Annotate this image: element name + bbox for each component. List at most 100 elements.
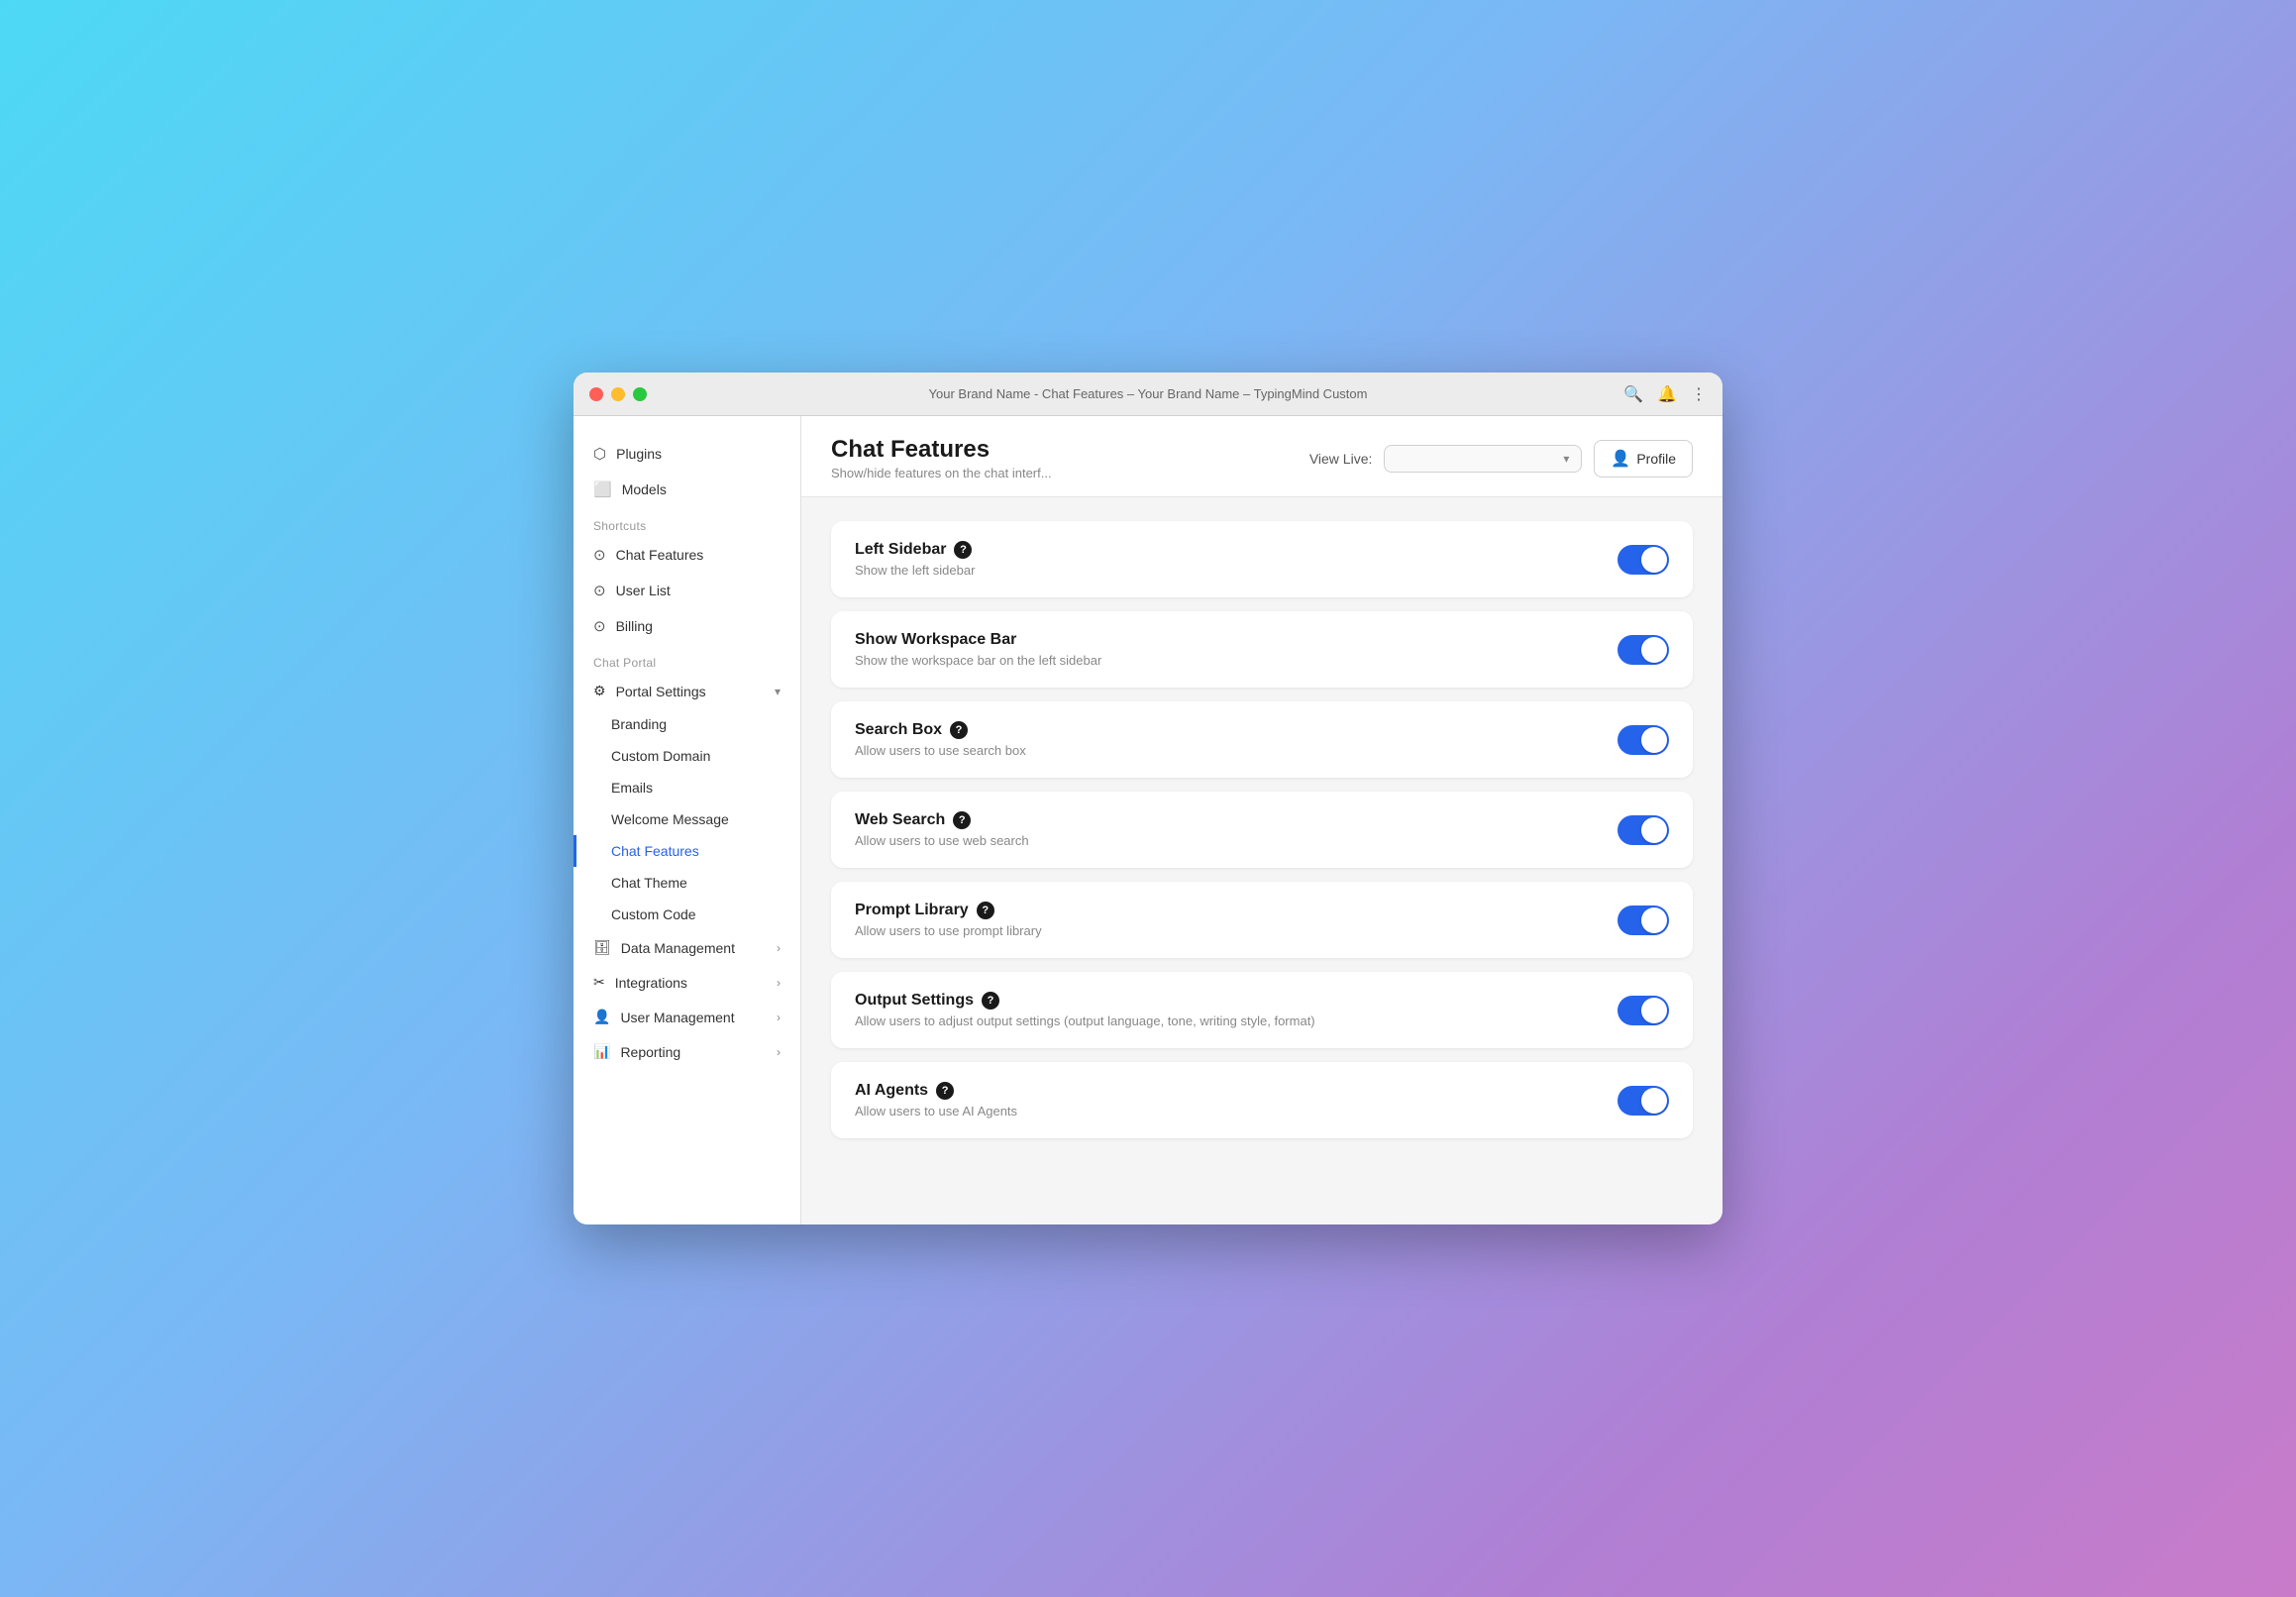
- plugins-icon: ⬡: [593, 445, 606, 463]
- sidebar-item-user-list[interactable]: ⊙ User List: [574, 573, 800, 608]
- chat-portal-label: Chat Portal: [574, 644, 800, 674]
- app-body: ⬡ Plugins ⬜ Models Shortcuts ⊙ Chat Feat…: [574, 416, 1722, 1224]
- sidebar-item-user-list-label: User List: [616, 583, 671, 598]
- titlebar-icons: 🔍 🔔 ⋮: [1623, 384, 1707, 404]
- portal-settings-icon: ⚙: [593, 683, 606, 699]
- prompt-library-toggle-knob: [1641, 907, 1667, 933]
- ai-agents-toggle[interactable]: [1618, 1086, 1669, 1116]
- models-icon: ⬜: [593, 480, 612, 498]
- sub-menu-custom-domain[interactable]: Custom Domain: [574, 740, 800, 772]
- more-icon[interactable]: ⋮: [1691, 384, 1707, 404]
- feature-card-search-box-title: Search Box ?: [855, 721, 1026, 739]
- user-management-chevron: ›: [777, 1011, 781, 1024]
- portal-settings-row-left: ⚙ Portal Settings: [593, 683, 706, 699]
- sub-menu-welcome-message[interactable]: Welcome Message: [574, 803, 800, 835]
- page-subtitle: Show/hide features on the chat interf...: [831, 466, 1052, 480]
- user-management-row-left: 👤 User Management: [593, 1009, 735, 1025]
- workspace-bar-toggle-knob: [1641, 637, 1667, 663]
- output-settings-help-icon[interactable]: ?: [982, 992, 999, 1010]
- minimize-button[interactable]: [611, 387, 625, 401]
- integrations-row-left: ✂ Integrations: [593, 974, 687, 991]
- sidebar-item-chat-features-shortcut[interactable]: ⊙ Chat Features: [574, 537, 800, 573]
- user-management-icon: 👤: [593, 1009, 610, 1025]
- data-management-icon: 🗄: [593, 939, 611, 956]
- sidebar-item-chat-features-shortcut-label: Chat Features: [616, 547, 704, 563]
- data-management-row-left: 🗄 Data Management: [593, 939, 735, 956]
- main-header-right: View Live: ▾ 👤 Profile: [1309, 440, 1693, 478]
- titlebar: Your Brand Name - Chat Features – Your B…: [574, 373, 1722, 416]
- output-settings-toggle-knob: [1641, 998, 1667, 1023]
- feature-card-ai-agents-desc: Allow users to use AI Agents: [855, 1104, 1017, 1118]
- feature-card-search-box-desc: Allow users to use search box: [855, 743, 1026, 758]
- close-button[interactable]: [589, 387, 603, 401]
- window-title: Your Brand Name - Chat Features – Your B…: [929, 386, 1368, 401]
- user-list-icon: ⊙: [593, 582, 606, 599]
- output-settings-toggle[interactable]: [1618, 996, 1669, 1025]
- features-list: Left Sidebar ? Show the left sidebar Sho…: [801, 497, 1722, 1224]
- user-management-label: User Management: [620, 1010, 734, 1025]
- feature-card-web-search: Web Search ? Allow users to use web sear…: [831, 792, 1693, 868]
- sidebar-item-models[interactable]: ⬜ Models: [574, 472, 800, 507]
- sub-menu-branding[interactable]: Branding: [574, 708, 800, 740]
- profile-icon: 👤: [1611, 449, 1630, 469]
- feature-card-left-sidebar: Left Sidebar ? Show the left sidebar: [831, 521, 1693, 597]
- search-box-toggle[interactable]: [1618, 725, 1669, 755]
- notification-icon[interactable]: 🔔: [1657, 384, 1677, 404]
- feature-card-web-search-desc: Allow users to use web search: [855, 833, 1029, 848]
- feature-card-web-search-title: Web Search ?: [855, 811, 1029, 829]
- workspace-bar-toggle[interactable]: [1618, 635, 1669, 665]
- portal-settings-row[interactable]: ⚙ Portal Settings ▾: [574, 674, 800, 708]
- main-header-left: Chat Features Show/hide features on the …: [831, 436, 1052, 480]
- web-search-toggle[interactable]: [1618, 815, 1669, 845]
- sub-menu-chat-theme[interactable]: Chat Theme: [574, 867, 800, 899]
- feature-card-prompt-library-title: Prompt Library ?: [855, 902, 1042, 919]
- feature-card-output-settings: Output Settings ? Allow users to adjust …: [831, 972, 1693, 1048]
- left-sidebar-toggle[interactable]: [1618, 545, 1669, 575]
- ai-agents-toggle-knob: [1641, 1088, 1667, 1114]
- profile-button[interactable]: 👤 Profile: [1594, 440, 1693, 478]
- search-icon[interactable]: 🔍: [1623, 384, 1643, 404]
- feature-card-search-box: Search Box ? Allow users to use search b…: [831, 701, 1693, 778]
- feature-card-search-box-left: Search Box ? Allow users to use search b…: [855, 721, 1026, 758]
- main-content: Chat Features Show/hide features on the …: [801, 416, 1722, 1224]
- web-search-toggle-knob: [1641, 817, 1667, 843]
- reporting-row[interactable]: 📊 Reporting ›: [574, 1034, 800, 1069]
- view-live-select[interactable]: ▾: [1384, 445, 1582, 473]
- data-management-row[interactable]: 🗄 Data Management ›: [574, 930, 800, 965]
- feature-card-left-sidebar-desc: Show the left sidebar: [855, 563, 975, 578]
- data-management-chevron: ›: [777, 941, 781, 955]
- feature-card-prompt-library-left: Prompt Library ? Allow users to use prom…: [855, 902, 1042, 938]
- search-box-toggle-knob: [1641, 727, 1667, 753]
- billing-icon: ⊙: [593, 617, 606, 635]
- integrations-row[interactable]: ✂ Integrations ›: [574, 965, 800, 1000]
- user-management-row[interactable]: 👤 User Management ›: [574, 1000, 800, 1034]
- sidebar-item-billing-label: Billing: [616, 618, 653, 634]
- prompt-library-toggle[interactable]: [1618, 905, 1669, 935]
- feature-card-web-search-left: Web Search ? Allow users to use web sear…: [855, 811, 1029, 848]
- web-search-help-icon[interactable]: ?: [953, 811, 971, 829]
- search-box-help-icon[interactable]: ?: [950, 721, 968, 739]
- traffic-lights: [589, 387, 647, 401]
- feature-card-output-settings-left: Output Settings ? Allow users to adjust …: [855, 992, 1315, 1028]
- portal-settings-chevron: ▾: [775, 685, 781, 698]
- view-live-chevron-icon: ▾: [1563, 452, 1569, 466]
- prompt-library-help-icon[interactable]: ?: [977, 902, 994, 919]
- reporting-label: Reporting: [620, 1044, 680, 1060]
- feature-card-ai-agents-left: AI Agents ? Allow users to use AI Agents: [855, 1082, 1017, 1118]
- sub-menu-chat-features[interactable]: Chat Features: [574, 835, 800, 867]
- sub-menu-emails[interactable]: Emails: [574, 772, 800, 803]
- feature-card-ai-agents: AI Agents ? Allow users to use AI Agents: [831, 1062, 1693, 1138]
- sub-menu-custom-code[interactable]: Custom Code: [574, 899, 800, 930]
- sidebar-item-models-label: Models: [622, 481, 667, 497]
- left-sidebar-help-icon[interactable]: ?: [954, 541, 972, 559]
- ai-agents-help-icon[interactable]: ?: [936, 1082, 954, 1100]
- shortcuts-label: Shortcuts: [574, 507, 800, 537]
- feature-card-left-sidebar-left: Left Sidebar ? Show the left sidebar: [855, 541, 975, 578]
- sidebar-item-billing[interactable]: ⊙ Billing: [574, 608, 800, 644]
- integrations-icon: ✂: [593, 974, 605, 991]
- sidebar-item-plugins-label: Plugins: [616, 446, 662, 462]
- feature-card-workspace-bar-left: Show Workspace Bar Show the workspace ba…: [855, 631, 1101, 668]
- sidebar-item-plugins[interactable]: ⬡ Plugins: [574, 436, 800, 472]
- sidebar: ⬡ Plugins ⬜ Models Shortcuts ⊙ Chat Feat…: [574, 416, 801, 1224]
- maximize-button[interactable]: [633, 387, 647, 401]
